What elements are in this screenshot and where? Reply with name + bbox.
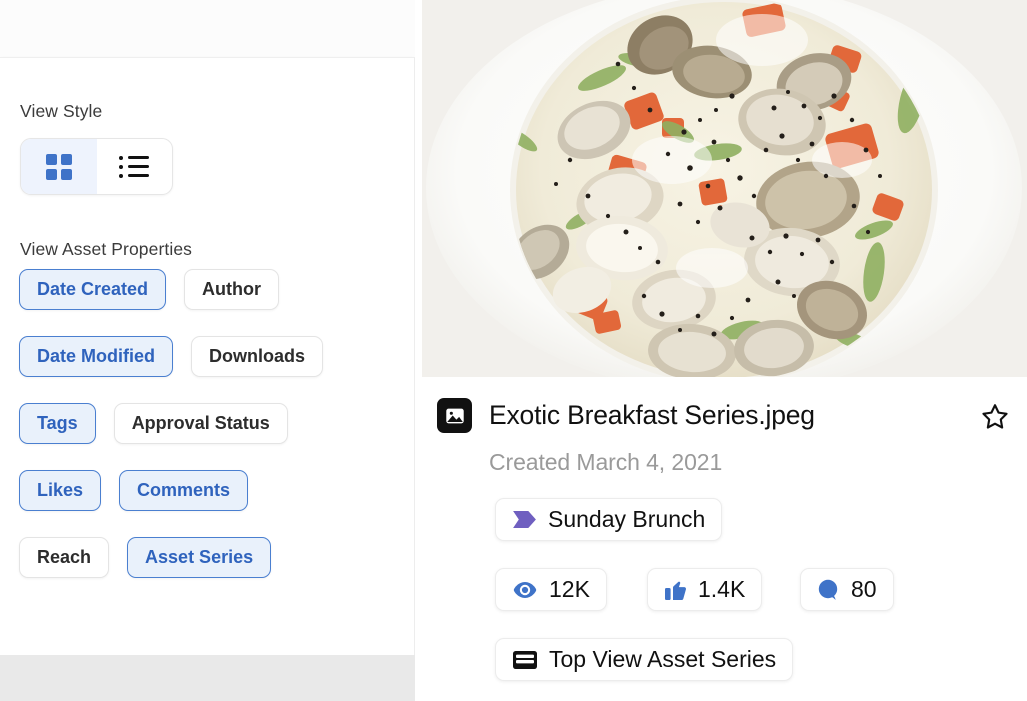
chip-approval-status[interactable]: Approval Status <box>113 403 288 444</box>
chip-row: Reach Asset Series <box>19 537 409 578</box>
asset-file-name: Exotic Breakfast Series.jpeg <box>489 400 815 430</box>
asset-tag-label: Sunday Brunch <box>548 506 706 532</box>
panel-bottom-strip <box>0 655 415 701</box>
chip-row: Likes Comments <box>19 470 409 511</box>
view-style-list-button[interactable] <box>97 139 173 194</box>
chip-reach[interactable]: Reach <box>19 537 110 578</box>
view-asset-properties-label: View Asset Properties <box>20 239 192 259</box>
chip-asset-series[interactable]: Asset Series <box>127 537 272 578</box>
view-style-toggle[interactable] <box>20 138 173 195</box>
chip-row: Tags Approval Status <box>19 403 409 444</box>
chip-date-modified[interactable]: Date Modified <box>19 336 174 377</box>
asset-tag-chip[interactable]: Sunday Brunch <box>495 498 723 541</box>
thumbs-up-icon <box>664 579 687 601</box>
asset-views-count: 12K <box>549 576 590 602</box>
chip-tags[interactable]: Tags <box>19 403 96 444</box>
asset-comments-count: 80 <box>851 576 877 602</box>
asset-views-chip[interactable]: 12K <box>495 568 607 611</box>
chip-row: Date Modified Downloads <box>19 336 409 377</box>
asset-series-chip[interactable]: Top View Asset Series <box>495 638 794 681</box>
favorite-star-button[interactable] <box>978 400 1012 434</box>
view-style-label: View Style <box>20 101 103 121</box>
comment-icon <box>817 579 840 601</box>
image-file-icon <box>437 398 472 433</box>
view-settings-panel: View Style View Asset Properties Date Cr… <box>0 57 415 655</box>
asset-likes-count: 1.4K <box>698 576 746 602</box>
grid-icon <box>45 153 72 180</box>
tag-flag-icon <box>512 510 537 529</box>
asset-series-label: Top View Asset Series <box>549 646 777 672</box>
list-icon <box>119 155 150 178</box>
asset-detail-pane: Exotic Breakfast Series.jpeg Created Mar… <box>415 0 1027 701</box>
panel-top-strip <box>0 0 415 57</box>
asset-property-chip-group: Date Created Author Date Modified Downlo… <box>19 269 409 604</box>
chip-likes[interactable]: Likes <box>19 470 102 511</box>
asset-likes-chip[interactable]: 1.4K <box>647 568 763 611</box>
asset-comments-chip[interactable]: 80 <box>800 568 894 611</box>
chip-author[interactable]: Author <box>184 269 280 310</box>
asset-title-row: Exotic Breakfast Series.jpeg <box>437 398 1017 433</box>
asset-preview-image[interactable] <box>422 0 1027 377</box>
eye-icon <box>512 580 538 600</box>
star-outline-icon <box>982 404 1008 429</box>
chip-downloads[interactable]: Downloads <box>191 336 324 377</box>
view-style-grid-button[interactable] <box>21 139 97 194</box>
chip-comments[interactable]: Comments <box>119 470 249 511</box>
asset-series-icon <box>512 649 538 671</box>
app-screen: View Style View Asset Properties Date Cr… <box>0 0 1027 701</box>
chip-row: Date Created Author <box>19 269 409 310</box>
asset-created-date: Created March 4, 2021 <box>489 449 723 475</box>
left-column: View Style View Asset Properties Date Cr… <box>0 0 415 701</box>
chip-date-created[interactable]: Date Created <box>19 269 167 310</box>
